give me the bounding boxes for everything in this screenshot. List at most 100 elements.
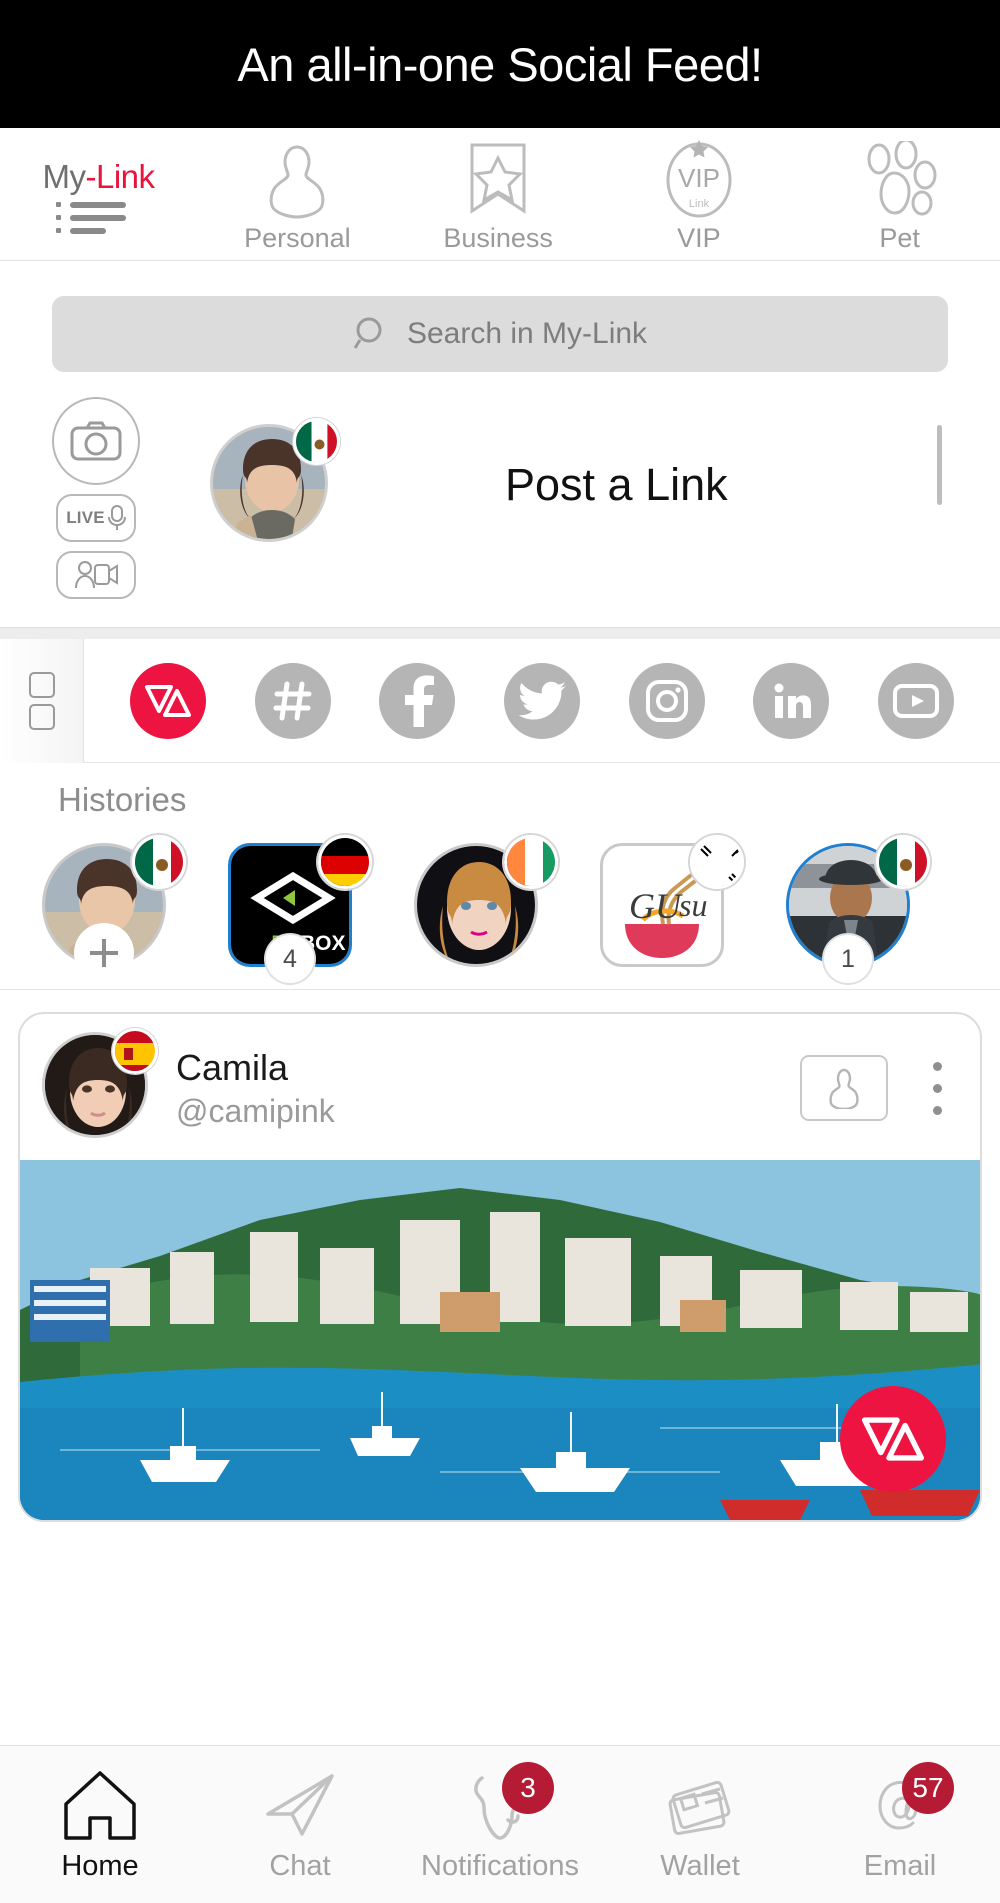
video-person-icon <box>75 561 118 589</box>
story-user-3[interactable] <box>390 835 562 975</box>
view-profile-button[interactable] <box>800 1055 888 1121</box>
grid-square <box>28 671 55 698</box>
tab-pet-label: Pet <box>879 223 920 253</box>
svg-text:VIP: VIP <box>678 163 720 193</box>
hamburger-line <box>69 201 126 208</box>
composer-side-actions: LIVE <box>52 397 140 599</box>
hashtag-icon[interactable] <box>254 662 331 739</box>
home-icon <box>62 1766 138 1844</box>
camera-button[interactable] <box>52 397 140 485</box>
tab-business-label: Business <box>443 223 553 253</box>
dot <box>932 1061 942 1071</box>
notifications-badge: 3 <box>502 1762 554 1814</box>
composer-area: LIVE Post a Link <box>0 372 1000 627</box>
email-badge: 57 <box>902 1762 954 1814</box>
app-screen: An all-in-one Social Feed! My-Link Perso… <box>0 0 1000 1903</box>
story-count-badge: 1 <box>824 935 872 983</box>
story-count-badge: 4 <box>266 935 314 983</box>
post-a-link-prompt[interactable]: Post a Link <box>505 427 728 542</box>
tagline-text: An all-in-one Social Feed! <box>237 37 763 91</box>
mexico-flag-icon <box>132 835 186 889</box>
mexico-flag-icon <box>293 418 340 465</box>
post-author-name[interactable]: Camila <box>176 1047 778 1089</box>
bottom-nav-notifications[interactable]: 3 Notifications <box>400 1762 600 1883</box>
post-card: Camila @camipink <box>18 1012 982 1522</box>
brand-name-part2: -Link <box>85 157 155 195</box>
histories-row: FIT BOX 4 <box>0 835 1000 983</box>
vip-oval-icon: VIP Link <box>661 139 737 219</box>
bottom-nav-wallet-label: Wallet <box>660 1850 740 1882</box>
composer-caret <box>937 425 942 505</box>
person-outline-icon <box>261 139 333 219</box>
tab-business[interactable]: Business <box>398 139 599 254</box>
bottom-nav-home-label: Home <box>61 1850 139 1882</box>
post-media[interactable] <box>20 1160 980 1520</box>
linkedin-icon[interactable] <box>753 662 830 739</box>
hamburger-row <box>55 201 136 208</box>
hamburger-line <box>69 214 126 221</box>
mexico-flag-icon <box>876 835 930 889</box>
add-story-button[interactable] <box>76 925 132 981</box>
mylink-fab-button[interactable] <box>840 1386 946 1492</box>
hamburger-line <box>69 227 106 234</box>
post-author-block: Camila @camipink <box>176 1047 778 1130</box>
three-dots-vertical-icon[interactable] <box>910 1061 958 1115</box>
mylink-icon[interactable] <box>130 662 207 739</box>
search-placeholder: Search in My-Link <box>406 317 648 350</box>
hamburger-row <box>55 214 136 221</box>
post-author-handle[interactable]: @camipink <box>176 1093 778 1130</box>
youtube-icon[interactable] <box>877 662 954 739</box>
bottom-nav-email-label: Email <box>863 1850 937 1882</box>
camera-icon <box>70 421 122 461</box>
paper-plane-icon <box>262 1766 338 1844</box>
svg-text:GU: GU <box>629 886 683 926</box>
person-outline-icon <box>829 1068 859 1109</box>
section-divider <box>0 627 1000 639</box>
tab-vip[interactable]: VIP Link VIP <box>599 139 800 254</box>
svg-text:Link: Link <box>689 198 710 210</box>
search-input[interactable]: Search in My-Link <box>52 296 948 372</box>
top-nav-items: Personal Business VIP Link VIP Pet <box>197 139 1000 260</box>
wallet-cards-icon <box>662 1766 738 1844</box>
at-sign-icon: 57 <box>862 1762 954 1844</box>
svg-text:su: su <box>679 887 707 923</box>
live-button[interactable]: LIVE <box>56 494 136 542</box>
bottom-navigation: Home Chat 3 Notifications Wallet 57 Emai… <box>0 1745 1000 1903</box>
bottom-nav-chat-label: Chat <box>269 1850 331 1882</box>
hamburger-dot <box>55 228 61 233</box>
composer-avatar[interactable] <box>210 418 340 548</box>
brand-logo[interactable]: My-Link <box>42 157 155 196</box>
search-zone: Search in My-Link <box>0 261 1000 372</box>
tab-personal[interactable]: Personal <box>197 139 398 254</box>
post-avatar[interactable] <box>42 1028 158 1144</box>
tab-pet[interactable]: Pet <box>799 139 1000 254</box>
brand-block: My-Link <box>0 127 197 260</box>
plus-icon <box>90 939 118 967</box>
dot <box>932 1105 942 1115</box>
story-user-5[interactable]: 1 <box>762 835 934 983</box>
story-own[interactable] <box>18 835 190 981</box>
bottom-nav-home[interactable]: Home <box>0 1766 200 1883</box>
bottom-nav-wallet[interactable]: Wallet <box>600 1766 800 1883</box>
instagram-icon[interactable] <box>628 662 705 739</box>
bottom-nav-email[interactable]: 57 Email <box>800 1762 1000 1883</box>
grid-view-toggle[interactable] <box>0 638 84 763</box>
hamburger-menu-icon[interactable] <box>55 201 136 234</box>
hamburger-dot <box>55 202 61 207</box>
live-mic-icon <box>107 505 126 530</box>
brand-name-part1: My <box>42 157 86 195</box>
post-header: Camila @camipink <box>20 1014 980 1160</box>
search-icon <box>353 317 382 349</box>
bell-icon: 3 <box>462 1762 554 1844</box>
ireland-flag-icon <box>504 835 558 889</box>
bottom-nav-chat[interactable]: Chat <box>200 1766 400 1883</box>
south-korea-flag-icon <box>690 835 744 889</box>
twitter-icon[interactable] <box>503 662 580 739</box>
bookmark-star-icon <box>464 139 532 219</box>
story-fitbox[interactable]: FIT BOX 4 <box>204 835 376 983</box>
germany-flag-icon <box>318 835 372 889</box>
story-gusu[interactable]: GU su <box>576 835 748 975</box>
tagline-banner: An all-in-one Social Feed! <box>0 0 1000 128</box>
facebook-icon[interactable] <box>379 662 456 739</box>
video-call-button[interactable] <box>56 551 136 599</box>
